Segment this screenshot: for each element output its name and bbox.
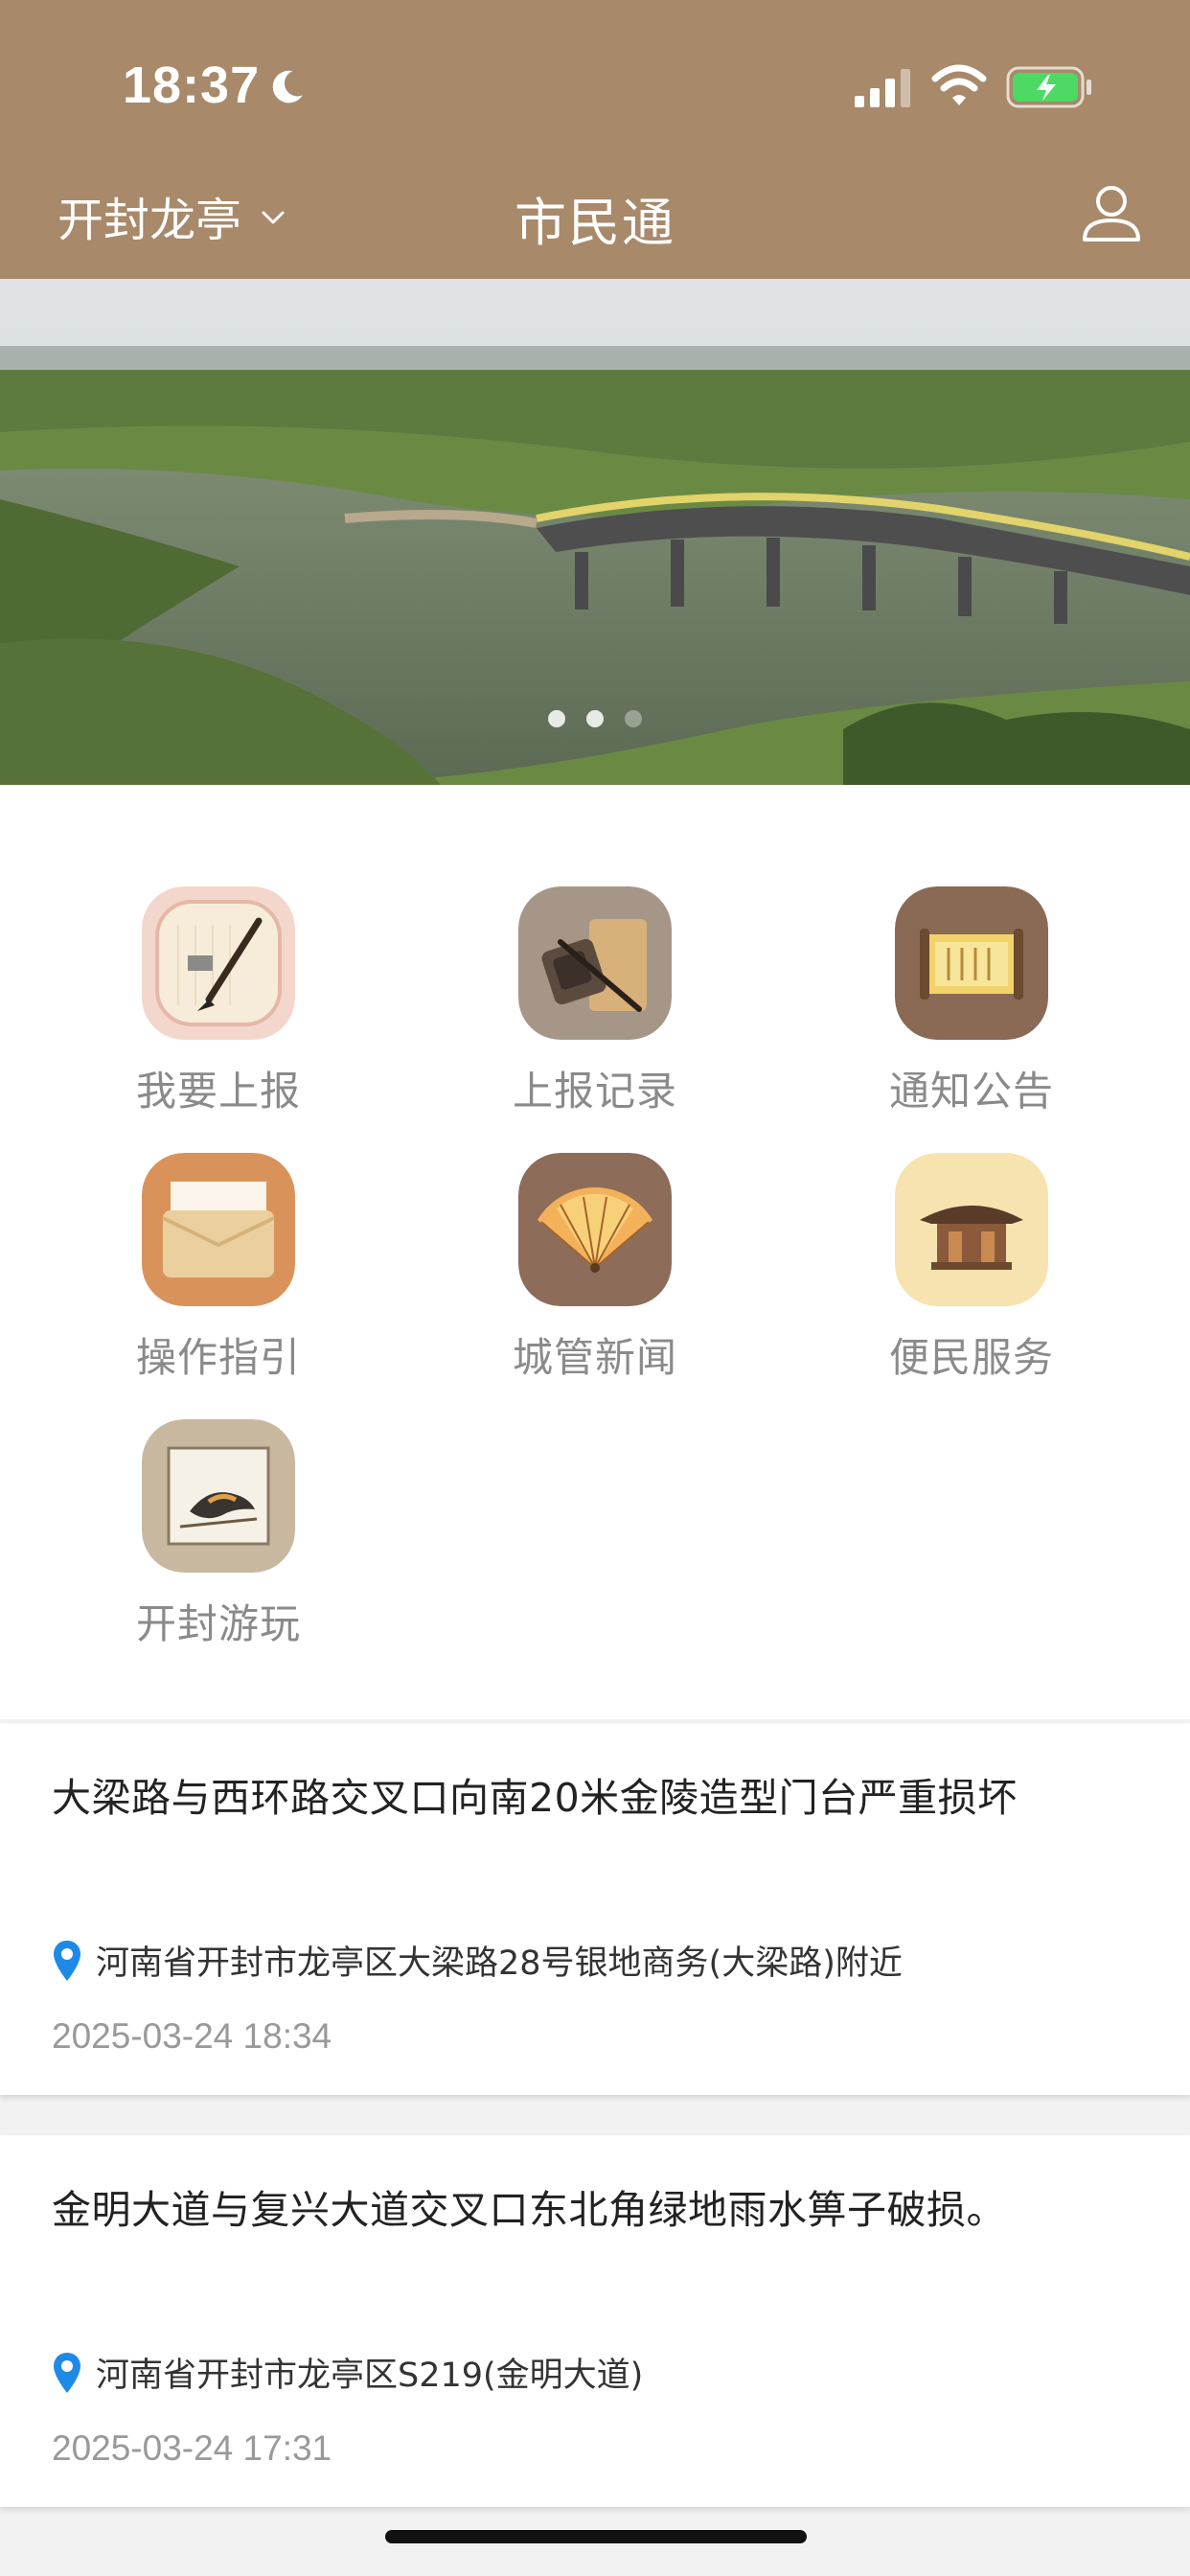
menu-label: 操作指引 — [135, 1334, 301, 1381]
menu-label: 上报记录 — [512, 1068, 677, 1115]
menu-item-tourism[interactable]: 开封游玩 — [75, 1419, 362, 1650]
folding-fan-icon — [518, 1153, 672, 1306]
page-title: 市民通 — [515, 193, 675, 253]
report-card[interactable]: 大梁路与西环路交叉口向南20米金陵造型门台严重损坏 河南省开封市龙亭区大梁路28… — [0, 1723, 1190, 2095]
carousel-dot-active[interactable] — [625, 710, 642, 727]
menu-item-notices[interactable]: 通知公告 — [828, 886, 1115, 1117]
carousel-dot[interactable] — [548, 710, 565, 727]
report-title: 金明大道与复兴大道交叉口东北角绿地雨水箅子破损。 — [52, 2187, 1006, 2233]
signal-icon — [855, 69, 910, 107]
banner-image — [0, 279, 1190, 785]
carousel-dots — [0, 710, 1190, 727]
bird-painting-icon — [142, 1419, 295, 1573]
banner-carousel[interactable] — [0, 279, 1190, 785]
menu-label: 开封游玩 — [135, 1600, 301, 1647]
report-location-text: 河南省开封市龙亭区S219(金明大道) — [96, 2357, 644, 2395]
menu-label: 通知公告 — [888, 1068, 1054, 1115]
menu-item-guide[interactable]: 操作指引 — [75, 1153, 362, 1384]
menu-item-news[interactable]: 城管新闻 — [451, 1153, 739, 1384]
wifi-icon — [931, 64, 987, 105]
app-screen: 18:37 开封龙亭 市民通 我要上报 上报记录 通知公告 操作指引 城管新闻 … — [0, 0, 1190, 2576]
report-location-text: 河南省开封市龙亭区大梁路28号银地商务(大梁路)附近 — [96, 1944, 903, 1983]
report-title: 大梁路与西环路交叉口向南20米金陵造型门台严重损坏 — [52, 1775, 1018, 1821]
battery-charging-icon — [1006, 66, 1091, 108]
brush-paper-icon — [142, 886, 295, 1040]
menu-item-report-records[interactable]: 上报记录 — [451, 886, 739, 1117]
menu-label: 我要上报 — [135, 1068, 301, 1115]
menu-label: 便民服务 — [888, 1334, 1054, 1381]
menu-item-services[interactable]: 便民服务 — [828, 1153, 1115, 1384]
menu-label: 城管新闻 — [512, 1334, 677, 1381]
pavilion-icon — [895, 1153, 1048, 1306]
header-bar: 18:37 开封龙亭 市民通 — [0, 0, 1190, 279]
home-indicator[interactable] — [385, 2530, 807, 2543]
menu-grid: 我要上报 上报记录 通知公告 操作指引 城管新闻 便民服务 开封游玩 — [0, 785, 1190, 1719]
envelope-icon — [142, 1153, 295, 1306]
status-time: 18:37 — [123, 57, 261, 114]
report-location: 河南省开封市龙亭区大梁路28号银地商务(大梁路)附近 — [52, 1936, 903, 1985]
report-time: 2025-03-24 17:31 — [52, 2428, 332, 2468]
menu-item-report[interactable]: 我要上报 — [75, 886, 362, 1117]
moon-icon — [272, 70, 303, 104]
ink-stone-icon — [518, 886, 672, 1040]
scroll-icon — [895, 886, 1048, 1040]
location-pin-icon — [54, 1940, 80, 1981]
report-card[interactable]: 金明大道与复兴大道交叉口东北角绿地雨水箅子破损。 河南省开封市龙亭区S219(金… — [0, 2135, 1190, 2507]
report-time: 2025-03-24 18:34 — [52, 2016, 332, 2056]
location-pin-icon — [54, 2352, 80, 2393]
user-icon[interactable] — [1079, 180, 1144, 245]
report-location: 河南省开封市龙亭区S219(金明大道) — [52, 2348, 643, 2397]
carousel-dot[interactable] — [586, 710, 604, 727]
